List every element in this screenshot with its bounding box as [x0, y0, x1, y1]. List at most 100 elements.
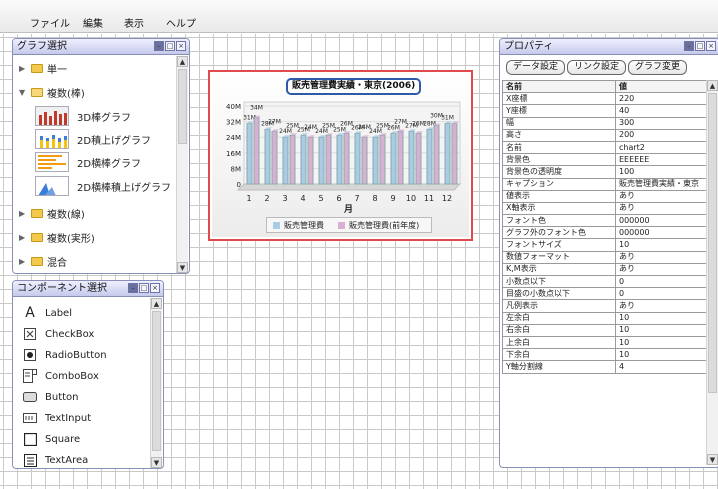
property-value[interactable]: 10: [615, 323, 709, 337]
maximize-icon[interactable]: □: [695, 41, 705, 51]
property-value[interactable]: chart2: [615, 140, 709, 155]
property-row[interactable]: 下余白 10: [502, 348, 709, 362]
component-panel-scrollbar[interactable]: ▲ ▼: [150, 298, 162, 468]
property-row[interactable]: 値表示 あり: [502, 189, 709, 203]
chart-bar: [325, 134, 332, 185]
tree-group-multi-area[interactable]: ▶ 複数(実形): [19, 230, 95, 245]
graph-select-panel: グラフ選択 – □ × ▶ 単一 ▼ 複数(棒) 3D棒グラフ 2D積上げグラフ…: [12, 38, 190, 274]
property-value[interactable]: あり: [615, 299, 709, 313]
close-icon[interactable]: ×: [706, 41, 716, 51]
scroll-up-icon[interactable]: ▲: [707, 80, 718, 91]
graph-item-label: 2D横棒グラフ: [77, 158, 142, 170]
scroll-thumb[interactable]: [708, 93, 717, 393]
property-value[interactable]: 10: [615, 311, 709, 325]
property-value[interactable]: 000000: [615, 226, 709, 240]
property-value[interactable]: あり: [615, 189, 709, 203]
close-icon[interactable]: ×: [150, 283, 160, 293]
maximize-icon[interactable]: □: [139, 283, 149, 293]
property-row[interactable]: 名前 chart2: [502, 140, 709, 155]
tree-group-multi-bar[interactable]: ▼ 複数(棒): [19, 85, 85, 100]
component-textinput[interactable]: TextInput: [23, 408, 91, 428]
property-row[interactable]: Y座標 40: [502, 104, 709, 118]
scroll-thumb[interactable]: [152, 311, 161, 451]
property-row[interactable]: 左余白 10: [502, 311, 709, 325]
link-settings-button[interactable]: リンク設定: [567, 60, 627, 75]
scroll-thumb[interactable]: [178, 69, 187, 144]
property-row[interactable]: X座標 220: [502, 92, 709, 106]
graph-item-2d-horizontal[interactable]: 2D横棒グラフ: [35, 151, 141, 173]
property-value[interactable]: EEEEEE: [615, 153, 709, 167]
property-name: X座標: [502, 92, 616, 106]
minimize-icon[interactable]: –: [128, 283, 138, 293]
property-row[interactable]: 右余白 10: [502, 323, 709, 337]
close-icon[interactable]: ×: [176, 41, 186, 51]
scroll-down-icon[interactable]: ▼: [151, 457, 162, 468]
property-row[interactable]: 数値フォーマット あり: [502, 250, 709, 264]
property-value[interactable]: 000000: [615, 214, 709, 228]
property-value[interactable]: 40: [615, 104, 709, 118]
maximize-icon[interactable]: □: [165, 41, 175, 51]
component-combobox[interactable]: ComboBox: [23, 366, 99, 386]
property-value[interactable]: 0: [615, 287, 709, 301]
menu-edit[interactable]: 編集: [83, 15, 103, 30]
data-settings-button[interactable]: データ設定: [506, 60, 566, 75]
menu-view[interactable]: 表示: [124, 15, 144, 30]
menu-help[interactable]: ヘルプ: [166, 15, 196, 30]
property-row[interactable]: K,M表示 あり: [502, 262, 709, 277]
property-row[interactable]: フォント色 000000: [502, 214, 709, 228]
property-value[interactable]: あり: [615, 250, 709, 264]
graph-item-3d-bar[interactable]: 3D棒グラフ: [35, 105, 131, 127]
component-radiobutton[interactable]: RadioButton: [23, 345, 107, 365]
graph-item-2d-horizontal-stacked[interactable]: 2D横棒積上げグラフ: [35, 175, 171, 197]
component-textarea[interactable]: TextArea: [23, 450, 88, 468]
graph-item-2d-stacked[interactable]: 2D積上げグラフ: [35, 128, 151, 150]
tree-group-mixed[interactable]: ▶ 混合: [19, 254, 67, 269]
property-value[interactable]: 300: [615, 116, 709, 130]
scroll-down-icon[interactable]: ▼: [707, 454, 718, 465]
chart-widget[interactable]: 販売管理費実績・東京(2006) 40M 32M 24M 16M 8M 0 31M 34M 1 2…: [208, 70, 473, 241]
scroll-up-icon[interactable]: ▲: [151, 298, 162, 309]
graph-item-label: 2D積上げグラフ: [77, 135, 152, 147]
property-value[interactable]: 10: [615, 238, 709, 252]
property-value[interactable]: あり: [615, 262, 709, 277]
property-row[interactable]: X軸表示 あり: [502, 201, 709, 216]
component-button[interactable]: Button: [23, 387, 79, 407]
combobox-icon: [23, 369, 37, 383]
minimize-icon[interactable]: –: [154, 41, 164, 51]
scroll-up-icon[interactable]: ▲: [177, 56, 188, 67]
component-checkbox[interactable]: CheckBox: [23, 324, 94, 344]
chart-background: 販売管理費実績・東京(2006) 40M 32M 24M 16M 8M 0 31M 34M 1 2…: [212, 74, 469, 237]
component-label[interactable]: A Label: [23, 303, 72, 323]
property-row[interactable]: 幅 300: [502, 116, 709, 130]
property-row[interactable]: 小数点以下 0: [502, 274, 709, 289]
property-row[interactable]: 目盛の小数点以下 0: [502, 287, 709, 301]
property-row[interactable]: Y軸分割線 4: [502, 360, 709, 374]
scroll-down-icon[interactable]: ▼: [177, 262, 188, 273]
property-value[interactable]: 100: [615, 165, 709, 179]
property-value[interactable]: 販売管理費実績・東京: [615, 177, 709, 191]
property-panel-scrollbar[interactable]: ▲ ▼: [706, 80, 718, 465]
property-row[interactable]: 背景色 EEEEEE: [502, 153, 709, 167]
property-value[interactable]: 10: [615, 348, 709, 362]
property-row[interactable]: 背景色の透明度 100: [502, 165, 709, 179]
property-value[interactable]: 220: [615, 92, 709, 106]
change-graph-button[interactable]: グラフ変更: [628, 60, 688, 75]
component-square[interactable]: Square: [23, 429, 80, 449]
property-row[interactable]: 高さ 200: [502, 128, 709, 142]
property-row[interactable]: キャプション 販売管理費実績・東京: [502, 177, 709, 191]
minimize-icon[interactable]: –: [684, 41, 694, 51]
property-row[interactable]: フォントサイズ 10: [502, 238, 709, 252]
property-value[interactable]: 200: [615, 128, 709, 142]
tree-group-single[interactable]: ▶ 単一: [19, 61, 67, 76]
graph-panel-scrollbar[interactable]: ▲ ▼: [176, 56, 188, 273]
property-value[interactable]: あり: [615, 201, 709, 216]
property-value[interactable]: 10: [615, 335, 709, 350]
tree-group-multi-line[interactable]: ▶ 複数(線): [19, 206, 85, 221]
property-value[interactable]: 4: [615, 360, 709, 374]
property-row[interactable]: 凡例表示 あり: [502, 299, 709, 313]
property-row[interactable]: グラフ外のフォント色 000000: [502, 226, 709, 240]
property-value[interactable]: 0: [615, 274, 709, 289]
property-row[interactable]: 上余白 10: [502, 335, 709, 350]
chart-y-tick-label: 40M: [226, 103, 241, 111]
menu-file[interactable]: ファイル: [30, 15, 70, 30]
